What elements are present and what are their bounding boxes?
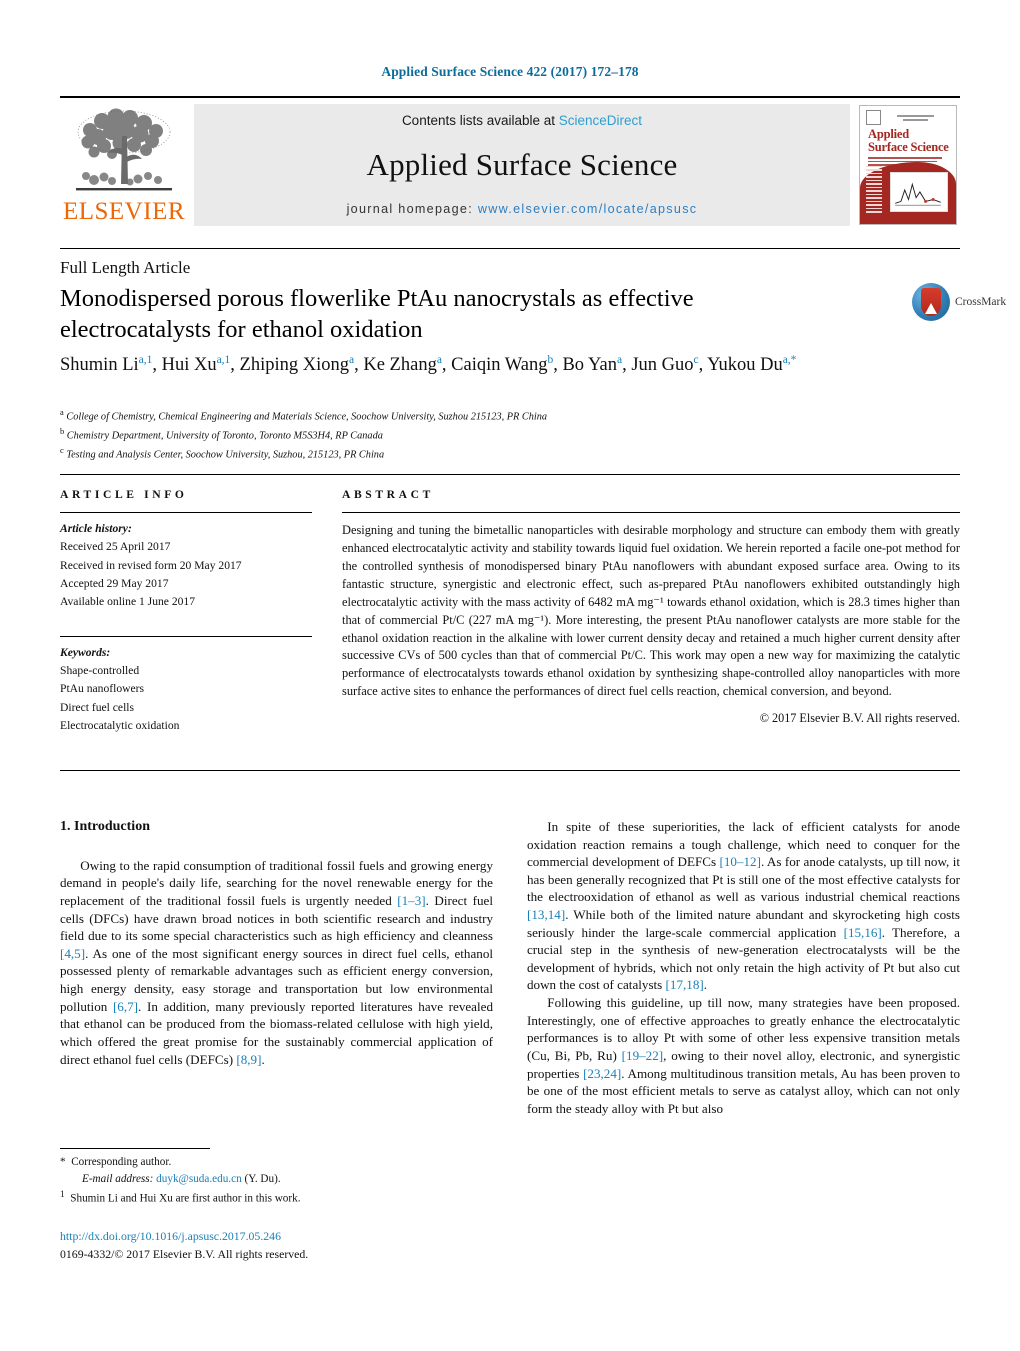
running-head: Applied Surface Science 422 (2017) 172–1…	[381, 64, 639, 79]
affiliation-item: a College of Chemistry, Chemical Enginee…	[60, 406, 950, 425]
sciencedirect-link[interactable]: ScienceDirect	[559, 113, 642, 128]
masthead-bottom-rule	[60, 248, 960, 249]
crossmark-badge-group[interactable]: CrossMark	[912, 280, 1020, 324]
contents-available-line: Contents lists available at ScienceDirec…	[402, 113, 642, 128]
affiliation-mark: c	[60, 445, 64, 456]
elsevier-logo: ELSEVIER	[60, 104, 188, 226]
paragraph: Following this guideline, up till now, m…	[527, 995, 960, 1116]
article-history-item: Accepted 29 May 2017	[60, 576, 169, 590]
cover-journal-title: Applied Surface Science	[868, 128, 949, 154]
email-address-label: E-mail address:	[82, 1173, 154, 1186]
info-band-top-rule	[60, 474, 960, 475]
abstract-column: ABSTRACT Designing and tuning the bimeta…	[342, 488, 960, 726]
article-info-rule	[60, 512, 312, 513]
affiliation-text: College of Chemistry, Chemical Engineeri…	[66, 411, 548, 423]
masthead-center-banner: Contents lists available at ScienceDirec…	[194, 104, 850, 226]
paper-page: Applied Surface Science 422 (2017) 172–1…	[0, 0, 1020, 1351]
crossmark-label: CrossMark	[955, 296, 1007, 308]
page-title: Monodispersed porous flowerlike PtAu nan…	[60, 285, 694, 344]
keyword-item: Shape-controlled	[60, 663, 140, 677]
abstract-copyright: © 2017 Elsevier B.V. All rights reserved…	[759, 711, 960, 726]
contents-prefix: Contents lists available at	[401, 113, 559, 128]
doi-block: http://dx.doi.org/10.1016/j.apsusc.2017.…	[60, 1228, 510, 1263]
affiliation-list: a College of Chemistry, Chemical Enginee…	[60, 406, 950, 463]
cover-contents-lines	[866, 166, 882, 215]
masthead-top-rule	[60, 96, 960, 98]
info-band-bottom-rule	[60, 770, 960, 771]
affiliation-item: c Testing and Analysis Center, Soochow U…	[60, 444, 950, 463]
email-owner: (Y. Du).	[244, 1173, 281, 1186]
affiliation-item: b Chemistry Department, University of To…	[60, 425, 950, 444]
elsevier-tree-icon	[68, 106, 180, 198]
body-column-left: 1. Introduction Owing to the rapid consu…	[60, 818, 493, 1068]
article-history-item: Received 25 April 2017	[60, 540, 171, 554]
keyword-item: Direct fuel cells	[60, 700, 135, 714]
section-heading-introduction: 1. Introduction	[60, 819, 150, 834]
keywords-rule	[60, 635, 312, 637]
cover-publisher-logo-icon	[866, 110, 881, 125]
footnote-block: * Corresponding author. E-mail address: …	[60, 1154, 510, 1208]
author-list: Shumin Lia,1, Hui Xua,1, Zhiping Xionga,…	[60, 354, 797, 376]
keyword-item: PtAu nanoflowers	[60, 682, 145, 696]
affiliation-text: Testing and Analysis Center, Soochow Uni…	[66, 449, 385, 461]
affiliation-mark: a	[60, 407, 64, 417]
journal-masthead: ELSEVIER Contents lists available at Sci…	[60, 96, 960, 226]
footnote-corresponding-text: Corresponding author.	[71, 1156, 172, 1168]
footnote-first-author: 1 Shumin Li and Hui Xu are first author …	[60, 1188, 510, 1208]
article-info-heading: ARTICLE INFO	[60, 488, 188, 501]
footnote-rule	[60, 1148, 210, 1149]
keywords-label: Keywords:	[60, 645, 111, 659]
homepage-prefix: journal homepage:	[346, 202, 478, 216]
abstract-rule	[342, 512, 960, 513]
page-title-block: Monodispersed porous flowerlike PtAu nan…	[60, 283, 830, 345]
issn-copyright-line: 0169-4332/© 2017 Elsevier B.V. All right…	[60, 1246, 309, 1261]
journal-title: Applied Surface Science	[366, 147, 678, 182]
keyword-item: Electrocatalytic oxidation	[60, 718, 180, 732]
crossmark-icon	[912, 283, 950, 321]
article-history-item: Available online 1 June 2017	[60, 595, 196, 609]
article-history-item: Received in revised form 20 May 2017	[60, 558, 242, 572]
article-history-group: Article history: Received 25 April 2017 …	[60, 520, 312, 612]
paragraph: In spite of these superiorities, the lac…	[527, 819, 960, 993]
article-history-label: Article history:	[60, 522, 132, 535]
affiliation-mark: b	[60, 426, 65, 437]
asterisk-icon: *	[60, 1156, 66, 1168]
cover-header-bar	[866, 110, 950, 125]
footnote-corresponding-author: * Corresponding author.	[60, 1154, 510, 1171]
footnote-marker-1: 1	[60, 1190, 65, 1201]
journal-cover-thumbnail: Applied Surface Science	[856, 104, 960, 226]
body-column-right: In spite of these superiorities, the lac…	[527, 818, 960, 1117]
abstract-heading: ABSTRACT	[342, 488, 434, 501]
cover-figure-thumbnail	[890, 172, 948, 212]
article-info-column: ARTICLE INFO Article history: Received 2…	[60, 488, 312, 735]
paragraph: Owing to the rapid consumption of tradit…	[60, 857, 493, 1067]
footnote-first-author-text: Shumin Li and Hui Xu are first author in…	[70, 1192, 301, 1205]
cover-title-line-2: Surface Science	[868, 139, 949, 154]
abstract-text: Designing and tuning the bimetallic nano…	[342, 523, 960, 699]
homepage-url-link[interactable]: www.elsevier.com/locate/apsusc	[478, 202, 698, 216]
article-type-label: Full Length Article	[60, 258, 191, 277]
elsevier-wordmark: ELSEVIER	[62, 198, 186, 225]
affiliation-text: Chemistry Department, University of Toro…	[66, 430, 383, 442]
email-link[interactable]: duyk@suda.edu.cn	[156, 1173, 242, 1185]
footnote-email-line: E-mail address: duyk@suda.edu.cn (Y. Du)…	[60, 1171, 510, 1188]
keywords-group: Keywords: Shape-controlled PtAu nanoflow…	[60, 644, 312, 736]
doi-link[interactable]: http://dx.doi.org/10.1016/j.apsusc.2017.…	[60, 1228, 510, 1246]
journal-homepage-line: journal homepage: www.elsevier.com/locat…	[347, 202, 698, 216]
